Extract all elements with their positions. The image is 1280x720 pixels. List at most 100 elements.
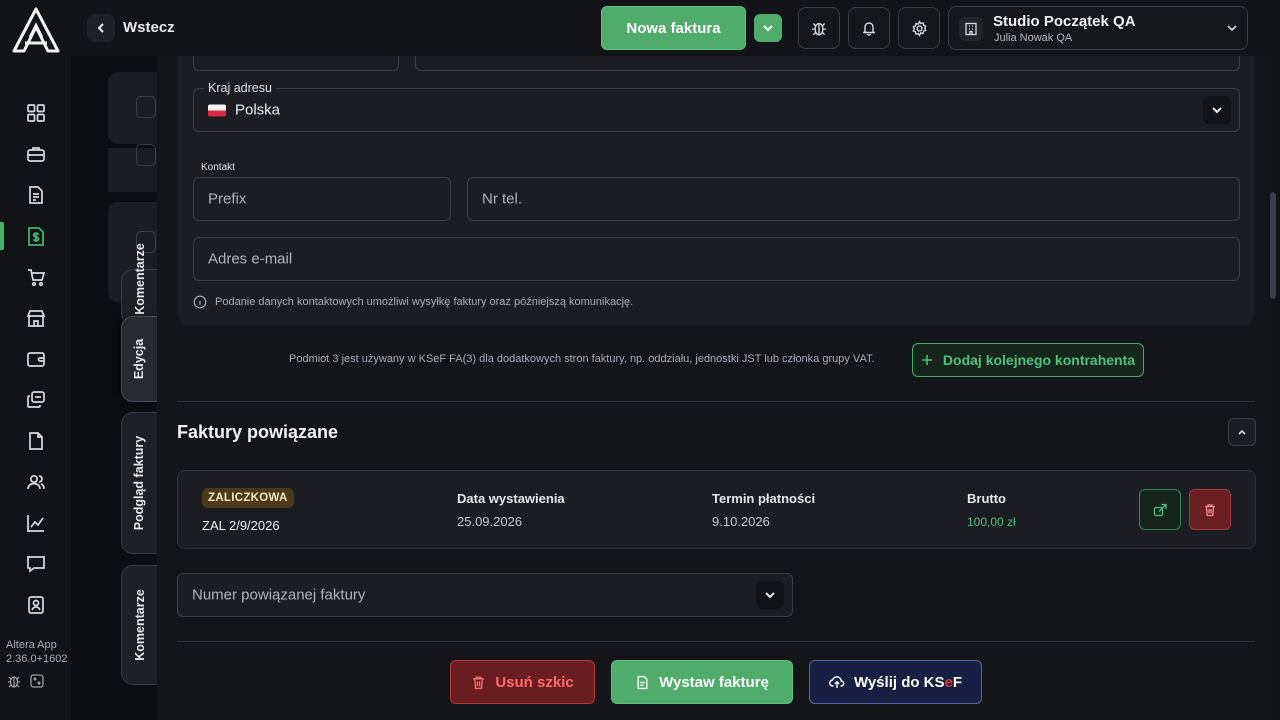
chevron-down-icon[interactable] [1203, 96, 1231, 124]
tab-label: Edycja [132, 338, 147, 380]
sidebar-item-contacts[interactable] [0, 590, 71, 620]
gear-icon [911, 19, 928, 37]
related-invoice-number-select[interactable]: Numer powiązanej faktury [177, 573, 793, 617]
sidebar-item-purchases[interactable] [0, 262, 71, 292]
related-invoice-row: ZALICZKOWA ZAL 2/9/2026 Data wystawienia… [177, 470, 1256, 549]
scrollbar[interactable] [1270, 192, 1276, 299]
cart-icon [26, 267, 46, 287]
tab-label: Komentarze [132, 589, 147, 661]
bug-report-button[interactable] [798, 7, 840, 49]
bug-icon [810, 19, 828, 37]
cloud-upload-icon [829, 674, 845, 690]
chevron-left-icon [95, 22, 107, 34]
invoice-icon [26, 185, 46, 205]
checkbox-ghost [136, 144, 156, 166]
contact-icon [26, 595, 46, 615]
prefix-placeholder: Prefix [208, 190, 247, 208]
sidebar-item-sales[interactable] [0, 221, 71, 251]
divider [177, 641, 1255, 642]
contact-hint-text: Podanie danych kontaktowych umożliwi wys… [215, 296, 634, 308]
email-placeholder: Adres e-mail [208, 250, 293, 268]
sidebar-item-dashboard[interactable] [0, 98, 71, 128]
checkbox-ghost [136, 96, 156, 118]
invoice-type-badge: ZALICZKOWA [202, 488, 294, 508]
app-name: Altera App [6, 639, 57, 651]
country-name: Polska [235, 101, 281, 119]
gross-label: Brutto [967, 491, 1006, 506]
send-to-ksef-button[interactable]: Wyślij do KSeF [809, 660, 982, 704]
settings-button[interactable] [898, 7, 940, 49]
cards-icon [26, 390, 46, 410]
notifications-button[interactable] [848, 7, 890, 49]
users-icon [26, 472, 46, 492]
new-invoice-dropdown-button[interactable] [754, 14, 782, 42]
info-icon [193, 295, 207, 309]
new-invoice-button[interactable]: Nowa faktura [601, 6, 746, 50]
tab-edit[interactable]: Edycja [121, 316, 157, 402]
dice-icon[interactable] [29, 673, 45, 689]
grid-icon [26, 103, 46, 123]
external-link-icon [1153, 503, 1167, 517]
company-user: Julia Nowak QA [994, 32, 1073, 44]
chevron-down-icon[interactable] [756, 581, 784, 609]
phone-prefix-field[interactable]: Prefix [193, 177, 451, 221]
phone-placeholder: Nr tel. [482, 190, 523, 208]
back-button[interactable] [87, 14, 115, 42]
plus-icon [921, 354, 933, 366]
related-invoices-title: Faktury powiązane [177, 422, 339, 442]
back-label[interactable]: Wstecz [123, 19, 175, 36]
poland-flag-icon [208, 104, 226, 116]
sidebar-item-documents[interactable] [0, 426, 71, 456]
tab-invoice-preview[interactable]: Podgląd faktury [121, 412, 157, 554]
building-icon [959, 17, 983, 41]
issue-invoice-label: Wystaw fakturę [659, 673, 769, 691]
chart-icon [26, 513, 46, 533]
invoice-icon [635, 675, 650, 690]
sidebar-item-wallet[interactable] [0, 344, 71, 374]
main-content: Kraj adresu Polska Kontakt Prefix Nr tel… [157, 56, 1268, 720]
sidebar-item-projects[interactable] [0, 139, 71, 169]
subject3-card: Kraj adresu Polska Kontakt Prefix Nr tel… [177, 56, 1255, 326]
company-switcher[interactable]: Studio Początek QA Julia Nowak QA [948, 6, 1248, 50]
subject3-info: Podmiot 3 jest używany w KSeF FA(3) dla … [289, 353, 875, 365]
sidebar-item-payments[interactable] [0, 385, 71, 415]
briefcase-icon [26, 144, 46, 164]
collapse-button[interactable] [1228, 418, 1256, 446]
sidebar: Altera App 2.36.0+1602 [0, 0, 71, 720]
app-logo[interactable] [11, 7, 61, 53]
chevron-down-icon [1225, 21, 1239, 35]
due-date-value: 9.10.2026 [712, 514, 770, 529]
remove-invoice-button[interactable] [1189, 489, 1231, 530]
sidebar-item-invoices[interactable] [0, 180, 71, 210]
trash-icon [471, 675, 486, 690]
bug-report-icon[interactable] [6, 673, 22, 689]
divider [177, 401, 1255, 402]
tab-label: Podgląd faktury [132, 435, 147, 531]
sidebar-item-store[interactable] [0, 303, 71, 333]
chevron-up-icon [1237, 427, 1247, 437]
add-contractor-button[interactable]: Dodaj kolejnego kontrahenta [912, 343, 1144, 377]
contact-hint: Podanie danych kontaktowych umożliwi wys… [193, 295, 633, 309]
tab-comments[interactable]: Komentarze [121, 565, 157, 685]
partial-field-left[interactable] [193, 56, 399, 71]
open-invoice-button[interactable] [1139, 489, 1181, 530]
trash-icon [1203, 503, 1217, 517]
partial-field-right[interactable] [415, 56, 1240, 71]
chevron-down-icon [762, 22, 774, 34]
issue-invoice-button[interactable]: Wystaw fakturę [611, 660, 793, 704]
sidebar-item-messages[interactable] [0, 549, 71, 579]
sidebar-item-contractors[interactable] [0, 467, 71, 497]
email-field[interactable]: Adres e-mail [193, 237, 1240, 281]
tab-label: Komentarze [132, 243, 147, 315]
country-select[interactable]: Kraj adresu Polska [193, 81, 1240, 132]
sidebar-item-reports[interactable] [0, 508, 71, 538]
add-contractor-label: Dodaj kolejnego kontrahenta [942, 352, 1136, 368]
due-date-label: Termin płatności [712, 491, 816, 506]
gross-value: 100,00 zł [967, 515, 1016, 529]
delete-draft-button[interactable]: Usuń szkic [450, 660, 595, 704]
phone-number-field[interactable]: Nr tel. [467, 177, 1240, 221]
action-bar: Usuń szkic Wystaw fakturę Wyślij do KSeF [157, 641, 1268, 720]
related-number-placeholder: Numer powiązanej faktury [192, 586, 366, 604]
chat-icon [26, 554, 46, 574]
issue-date-value: 25.09.2026 [457, 514, 523, 529]
